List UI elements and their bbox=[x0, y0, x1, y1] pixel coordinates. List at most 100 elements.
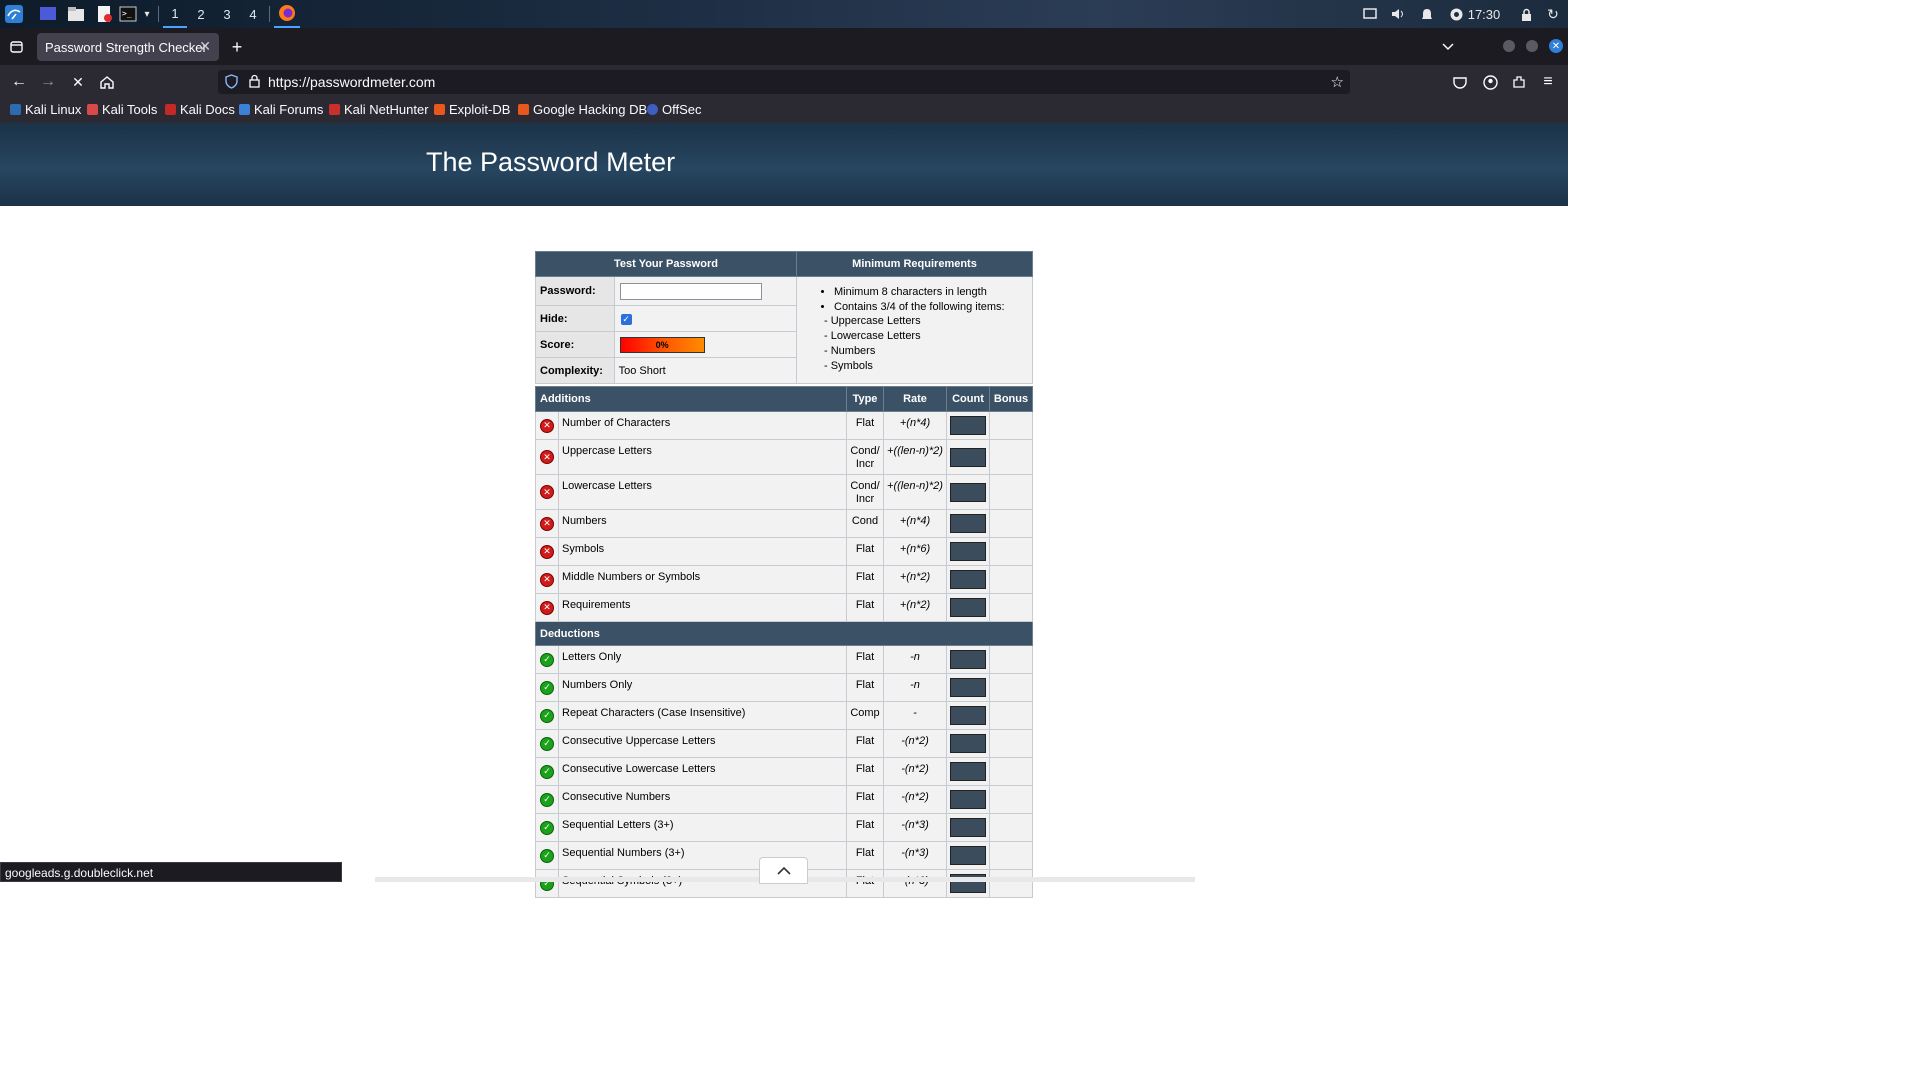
score-label: Score: bbox=[535, 331, 615, 358]
url-text[interactable]: https://passwordmeter.com bbox=[268, 74, 435, 90]
chevron-down-icon[interactable]: ▾ bbox=[140, 0, 154, 28]
count-cell bbox=[946, 841, 990, 870]
kali-menu-icon[interactable] bbox=[2, 0, 26, 28]
table-row: ✓ Repeat Characters (Case Insensitive) Com… bbox=[535, 701, 1033, 730]
criterion-type: Cond/ Incr bbox=[846, 474, 884, 510]
display-icon[interactable] bbox=[1360, 0, 1380, 28]
count-box bbox=[950, 514, 986, 533]
bonus-cell bbox=[989, 565, 1033, 594]
x-circle-icon: ✕ bbox=[540, 485, 554, 499]
bookmark-kali-tools[interactable]: Kali Tools bbox=[87, 102, 157, 117]
status-cell: ✓ bbox=[535, 785, 559, 814]
criterion-type: Flat bbox=[846, 645, 884, 674]
maximize-window-button[interactable] bbox=[1526, 40, 1538, 52]
criterion-type: Flat bbox=[846, 537, 884, 566]
criterion-type: Flat bbox=[846, 785, 884, 814]
account-icon[interactable] bbox=[1479, 71, 1501, 93]
notification-bell-icon[interactable] bbox=[1417, 0, 1437, 28]
padlock-icon[interactable] bbox=[249, 74, 260, 91]
criterion-name: Letters Only bbox=[558, 645, 847, 674]
workspace-3[interactable]: 3 bbox=[215, 0, 239, 28]
x-circle-icon: ✕ bbox=[540, 572, 554, 587]
check-circle-icon: ✓ bbox=[540, 680, 554, 695]
power-status-icon[interactable] bbox=[1446, 0, 1466, 28]
criterion-name: Consecutive Uppercase Letters bbox=[558, 729, 847, 758]
extensions-icon[interactable] bbox=[1508, 71, 1530, 93]
criterion-type: Flat bbox=[846, 673, 884, 702]
criterion-rate: +((len-n)*2) bbox=[883, 474, 947, 510]
refresh-session-icon[interactable]: ↻ bbox=[1543, 0, 1563, 28]
list-tabs-chevron-icon[interactable] bbox=[1437, 36, 1459, 58]
tracking-shield-icon[interactable] bbox=[225, 74, 238, 92]
table-row: ✓ Numbers Only Flat -n bbox=[535, 673, 1033, 702]
table-row: ✕ Uppercase Letters Cond/ Incr +((len-n)*2) bbox=[535, 439, 1033, 475]
close-window-button[interactable]: ✕ bbox=[1549, 39, 1563, 53]
file-manager-icon[interactable] bbox=[65, 0, 87, 28]
workspace-2[interactable]: 2 bbox=[189, 0, 213, 28]
status-cell: ✓ bbox=[535, 645, 559, 674]
complexity-value: Too Short bbox=[613, 357, 798, 384]
url-bar[interactable]: https://passwordmeter.com ☆ bbox=[218, 70, 1350, 94]
deductions-header: Deductions bbox=[535, 621, 1033, 646]
bookmark-kali-nethunter[interactable]: Kali NetHunter bbox=[329, 102, 429, 117]
firefox-icon[interactable] bbox=[274, 0, 300, 28]
volume-icon[interactable] bbox=[1388, 0, 1408, 28]
criterion-type: Flat bbox=[846, 411, 884, 440]
site-header: The Password Meter bbox=[0, 123, 1568, 206]
close-tab-icon[interactable]: ✕ bbox=[199, 38, 211, 55]
count-cell bbox=[946, 673, 990, 702]
criterion-rate: -n bbox=[883, 645, 947, 674]
criterion-rate: +((len-n)*2) bbox=[883, 439, 947, 475]
back-arrow-icon[interactable]: ← bbox=[8, 71, 30, 93]
hamburger-menu-icon[interactable]: ≡ bbox=[1537, 71, 1559, 93]
minimize-window-button[interactable] bbox=[1503, 40, 1515, 52]
workspace-4[interactable]: 4 bbox=[241, 0, 265, 28]
bookmark-google-hacking-db[interactable]: Google Hacking DB bbox=[518, 102, 647, 117]
bookmark-star-icon[interactable]: ☆ bbox=[1331, 73, 1344, 91]
x-circle-icon: ✕ bbox=[540, 600, 554, 615]
count-box bbox=[950, 762, 986, 781]
rate-header: Rate bbox=[883, 386, 947, 412]
password-label: Password: bbox=[535, 276, 615, 306]
terminal-icon[interactable]: >_ bbox=[117, 0, 139, 28]
bookmark-kali-linux[interactable]: Kali Linux bbox=[10, 102, 81, 117]
status-cell: ✕ bbox=[535, 565, 559, 594]
status-cell: ✕ bbox=[535, 509, 559, 538]
x-circle-icon: ✕ bbox=[540, 544, 554, 559]
stop-loading-icon[interactable]: ✕ bbox=[67, 71, 89, 93]
tab-overview-icon[interactable] bbox=[5, 36, 27, 58]
bookmark-offsec[interactable]: OffSec bbox=[647, 102, 702, 117]
bookmark-kali-docs[interactable]: Kali Docs bbox=[165, 102, 235, 117]
desktop-icon[interactable] bbox=[37, 0, 59, 28]
criterion-type: Flat bbox=[846, 841, 884, 870]
count-box bbox=[950, 678, 986, 697]
criterion-name: Numbers Only bbox=[558, 673, 847, 702]
clock[interactable]: 17:30 bbox=[1466, 0, 1502, 28]
bonus-cell bbox=[989, 593, 1033, 622]
bookmark-exploit-db[interactable]: Exploit-DB bbox=[434, 102, 510, 117]
status-cell: ✕ bbox=[535, 593, 559, 622]
text-editor-icon[interactable] bbox=[93, 0, 115, 28]
table-row: ✕ Numbers Cond +(n*4) bbox=[535, 509, 1033, 538]
bonus-cell bbox=[989, 869, 1033, 898]
complexity-label: Complexity: bbox=[535, 357, 615, 384]
criterion-rate: -(n*3) bbox=[883, 813, 947, 842]
tab-password-strength-checker[interactable]: Password Strength Checker ✕ bbox=[37, 33, 219, 61]
home-icon[interactable] bbox=[96, 71, 118, 93]
table-row: ✓ Sequential Letters (3+) Flat -(n*3) bbox=[535, 813, 1033, 842]
count-cell bbox=[946, 729, 990, 758]
workspace-1[interactable]: 1 bbox=[163, 0, 187, 28]
forward-arrow-icon[interactable]: → bbox=[37, 71, 59, 93]
scroll-up-chevron-icon[interactable] bbox=[759, 857, 808, 884]
count-cell bbox=[946, 869, 990, 898]
criterion-rate: -(n*2) bbox=[883, 785, 947, 814]
page-title: The Password Meter bbox=[426, 147, 676, 177]
criterion-type: Comp bbox=[846, 701, 884, 730]
bookmark-kali-forums[interactable]: Kali Forums bbox=[239, 102, 323, 117]
password-input[interactable] bbox=[619, 282, 762, 300]
lock-icon[interactable] bbox=[1516, 0, 1536, 28]
hide-checkbox[interactable]: ✓ bbox=[620, 313, 632, 325]
pocket-icon[interactable] bbox=[1449, 71, 1471, 93]
new-tab-icon[interactable]: + bbox=[226, 36, 248, 58]
table-row: ✕ Number of Characters Flat +(n*4) bbox=[535, 411, 1033, 440]
